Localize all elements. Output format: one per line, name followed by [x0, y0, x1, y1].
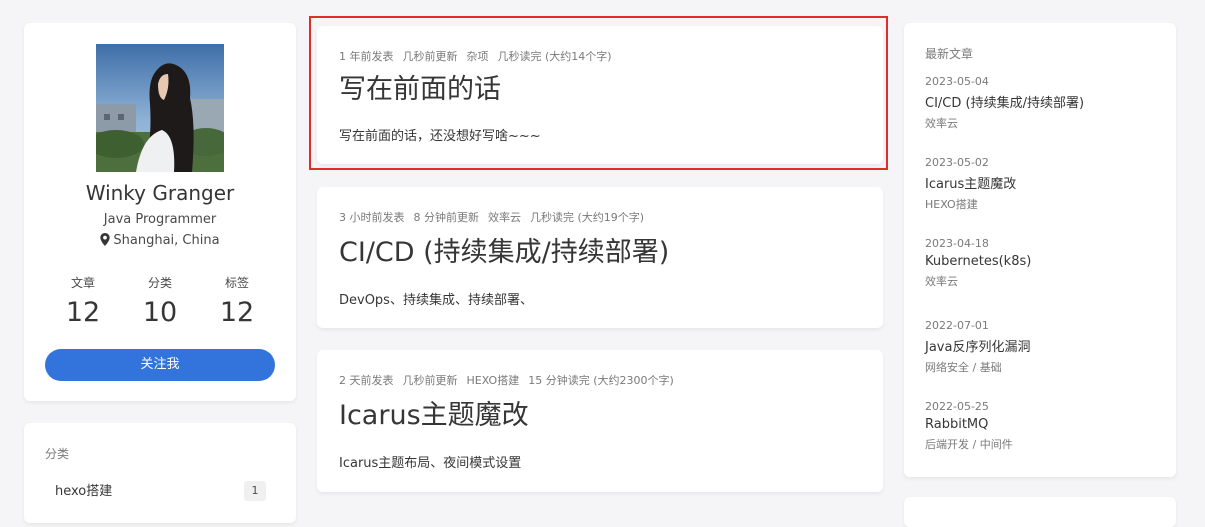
- recent-title[interactable]: Java反序列化漏洞: [925, 336, 1165, 355]
- stat-value: 12: [65, 297, 101, 328]
- avatar[interactable]: [96, 44, 224, 172]
- profile-name: Winky Granger: [85, 181, 235, 205]
- recent-item[interactable]: 2022-05-25 RabbitMQ 后端开发 / 中间件: [925, 400, 1165, 452]
- recent-item[interactable]: 2022-07-01 Java反序列化漏洞 网络安全 / 基础: [925, 319, 1165, 375]
- highlight-box: [309, 16, 888, 170]
- post-card: 2 天前发表 几秒前更新 HEXO搭建 15 分钟读完 (大约2300个字) Icar…: [317, 350, 883, 492]
- recent-category[interactable]: 效率云: [925, 273, 1165, 289]
- recent-title[interactable]: CI/CD (持续集成/持续部署): [925, 92, 1165, 111]
- recent-category[interactable]: 后端开发 / 中间件: [925, 436, 1165, 452]
- recent-date: 2023-05-02: [925, 156, 989, 169]
- category-name: hexo搭建: [55, 484, 113, 499]
- category-count: 1: [244, 481, 266, 501]
- post-excerpt: DevOps、持续集成、持续部署、: [339, 293, 533, 308]
- post-title[interactable]: Icarus主题魔改: [339, 393, 529, 432]
- recent-category[interactable]: 网络安全 / 基础: [925, 359, 1165, 375]
- post-updated: 8 分钟前更新: [413, 211, 480, 224]
- post-published: 3 小时前发表: [339, 211, 405, 224]
- stat-categories[interactable]: 分类 10: [120, 274, 200, 328]
- recent-item[interactable]: 2023-04-18 Kubernetes(k8s) 效率云: [925, 237, 1165, 289]
- stat-value: 10: [142, 297, 178, 328]
- recent-date: 2023-05-04: [925, 75, 989, 88]
- post-card: 3 小时前发表 8 分钟前更新 效率云 几秒读完 (大约19个字) CI/CD (持续…: [317, 187, 883, 328]
- post-reading-time: 几秒读完 (大约19个字): [530, 211, 645, 224]
- recent-title[interactable]: Icarus主题魔改: [925, 173, 1165, 192]
- recent-category[interactable]: HEXO搭建: [925, 196, 1165, 212]
- map-marker-icon: [100, 233, 111, 246]
- recent-item[interactable]: 2023-05-04 CI/CD (持续集成/持续部署) 效率云: [925, 75, 1165, 131]
- follow-button[interactable]: 关注我: [45, 349, 275, 381]
- post-meta: 3 小时前发表 8 分钟前更新 效率云 几秒读完 (大约19个字): [339, 209, 653, 225]
- recent-item[interactable]: 2023-05-02 Icarus主题魔改 HEXO搭建: [925, 156, 1165, 212]
- recent-date: 2022-05-25: [925, 400, 989, 413]
- post-updated: 几秒前更新: [402, 374, 458, 387]
- stat-value: 12: [219, 297, 255, 328]
- recent-date: 2023-04-18: [925, 237, 989, 250]
- categories-heading: 分类: [45, 447, 70, 461]
- post-title[interactable]: CI/CD (持续集成/持续部署): [339, 230, 669, 269]
- recent-title[interactable]: RabbitMQ: [925, 417, 1165, 432]
- stat-label: 文章: [70, 276, 95, 290]
- post-published: 2 天前发表: [339, 374, 394, 387]
- profile-card: Winky Granger Java Programmer Shanghai, …: [24, 23, 296, 401]
- recent-title[interactable]: Kubernetes(k8s): [925, 254, 1165, 269]
- recent-date: 2022-07-01: [925, 319, 989, 332]
- category-item[interactable]: hexo搭建 1: [45, 481, 275, 503]
- stat-label: 分类: [147, 276, 172, 290]
- profile-location: Shanghai, China: [24, 233, 296, 248]
- post-meta: 2 天前发表 几秒前更新 HEXO搭建 15 分钟读完 (大约2300个字): [339, 372, 683, 388]
- post-excerpt: Icarus主题布局、夜间模式设置: [339, 456, 522, 471]
- post-reading-time: 15 分钟读完 (大约2300个字): [528, 374, 674, 387]
- categories-card: 分类 hexo搭建 1: [24, 423, 296, 523]
- stat-label: 标签: [224, 276, 249, 290]
- recent-heading: 最新文章: [925, 47, 974, 61]
- stat-posts[interactable]: 文章 12: [43, 274, 123, 328]
- recent-posts-card: 最新文章 2023-05-04 CI/CD (持续集成/持续部署) 效率云 20…: [904, 23, 1176, 477]
- location-text: Shanghai, China: [113, 233, 220, 248]
- stat-tags[interactable]: 标签 12: [197, 274, 277, 328]
- recent-category[interactable]: 效率云: [925, 115, 1165, 131]
- post-category[interactable]: 效率云: [488, 211, 521, 224]
- post-category[interactable]: HEXO搭建: [467, 374, 520, 387]
- profile-role: Java Programmer: [103, 212, 217, 227]
